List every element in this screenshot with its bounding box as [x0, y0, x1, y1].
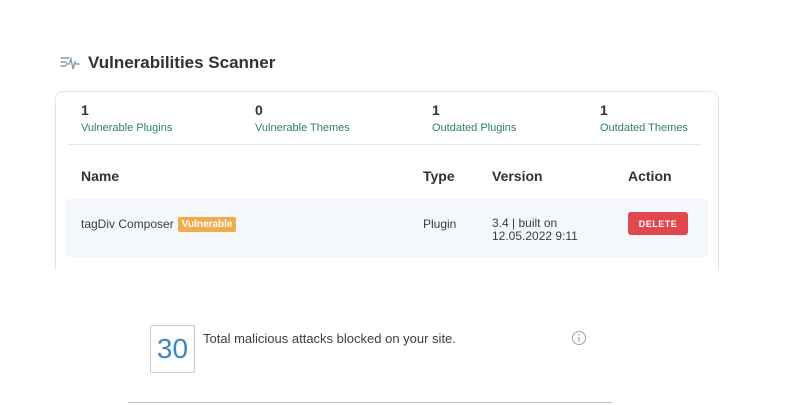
stat-vulnerable-themes: 0 Vulnerable Themes	[255, 102, 350, 134]
divider	[128, 402, 612, 403]
plugin-type: Plugin	[423, 217, 457, 231]
stat-value: 0	[255, 102, 263, 118]
section-title: Vulnerabilities Scanner	[88, 53, 276, 72]
stat-outdated-themes: 1 Outdated Themes	[600, 102, 688, 134]
column-header-action: Action	[628, 168, 672, 184]
stat-outdated-plugins: 1 Outdated Plugins	[432, 102, 516, 134]
delete-button[interactable]: DELETE	[628, 212, 688, 235]
stat-label: Outdated Themes	[600, 122, 688, 134]
divider	[68, 144, 702, 145]
attacks-count: 30	[150, 325, 195, 373]
column-header-version: Version	[492, 168, 543, 184]
scan-pulse-icon	[60, 54, 80, 72]
column-header-name: Name	[81, 168, 120, 184]
attacks-blocked-panel: 30 Total malicious attacks blocked on yo…	[150, 325, 600, 375]
stat-value: 1	[81, 102, 89, 118]
plugin-name: tagDiv Composer	[81, 217, 174, 231]
version-build-date: 12.05.2022 9:11	[492, 229, 578, 243]
table-header: Name Type Version Action	[56, 168, 718, 188]
table-row: tagDiv Composer Vulnerable Plugin 3.4 | b…	[66, 199, 708, 257]
column-header-type: Type	[423, 168, 455, 184]
stat-label: Vulnerable Themes	[255, 122, 350, 134]
attacks-description: Total malicious attacks blocked on your …	[203, 331, 456, 346]
stat-label: Vulnerable Plugins	[81, 122, 173, 134]
section-header: Vulnerabilities Scanner	[60, 53, 275, 73]
vulnerabilities-card: 1 Vulnerable Plugins 0 Vulnerable Themes…	[55, 91, 719, 270]
stat-label: Outdated Plugins	[432, 122, 517, 134]
stat-value: 1	[432, 102, 440, 118]
vulnerable-badge: Vulnerable	[177, 217, 237, 232]
info-icon[interactable]	[571, 330, 587, 351]
plugin-version: 3.4 | built on 12.05.2022 9:11	[492, 217, 578, 243]
plugin-name-cell: tagDiv Composer Vulnerable	[81, 217, 237, 232]
stats-bar: 1 Vulnerable Plugins 0 Vulnerable Themes…	[56, 92, 718, 144]
stat-value: 1	[600, 102, 608, 118]
stat-vulnerable-plugins: 1 Vulnerable Plugins	[81, 102, 172, 134]
